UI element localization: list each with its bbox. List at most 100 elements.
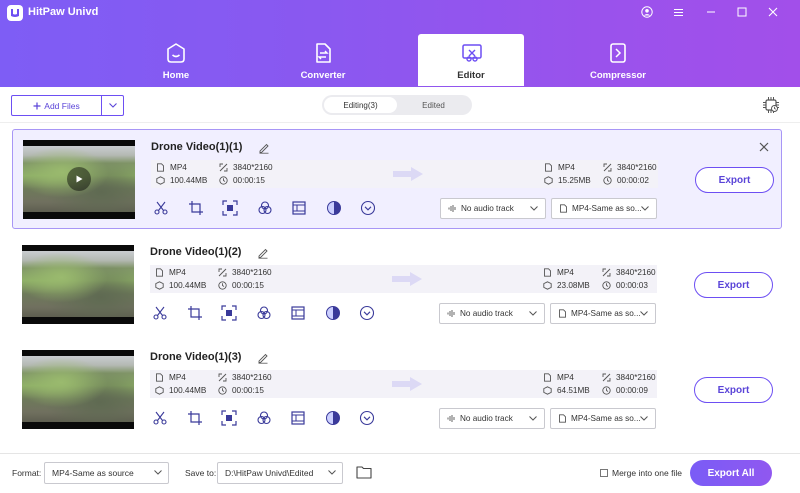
video-list: Drone Video(1)(1) MP4 100.44MB 3840*2160… (0, 124, 800, 454)
crop-icon[interactable] (187, 305, 203, 321)
color-adjust-icon[interactable] (325, 410, 341, 426)
watermark-frame-icon[interactable] (290, 305, 306, 321)
cut-scissors-icon[interactable] (152, 410, 168, 426)
file-icon (544, 373, 551, 382)
output-format-select[interactable]: MP4-Same as so... (550, 303, 656, 324)
crop-icon[interactable] (187, 410, 203, 426)
video-title: Drone Video(1)(2) (150, 246, 242, 258)
output-resolution: 3840*2160 (602, 373, 656, 382)
chevron-down-icon (640, 416, 648, 421)
maximize-icon[interactable] (734, 4, 750, 20)
color-adjust-icon[interactable] (326, 200, 342, 216)
remove-video-close-icon[interactable] (757, 140, 771, 154)
video-info-bar: MP4 100.44MB 3840*2160 00:00:15 MP4 23.0… (150, 265, 657, 293)
more-chevron-circle-icon[interactable] (359, 305, 375, 321)
disk-icon (155, 281, 164, 290)
minimize-icon[interactable] (703, 4, 719, 20)
format-select[interactable]: MP4-Same as source (44, 462, 169, 484)
video-title: Drone Video(1)(3) (150, 351, 242, 363)
tab-edited[interactable]: Edited (397, 97, 470, 113)
account-icon[interactable] (639, 4, 655, 20)
add-files-button[interactable]: Add Files (11, 95, 124, 116)
audio-track-select[interactable]: No audio track (439, 408, 545, 429)
audio-track-select[interactable]: No audio track (440, 198, 546, 219)
video-thumbnail[interactable] (22, 245, 134, 324)
more-chevron-circle-icon[interactable] (360, 200, 376, 216)
file-icon (157, 163, 164, 172)
clock-icon (602, 281, 611, 290)
title-bar: HitPaw Univd Home Converter Editor Compr… (0, 0, 800, 87)
export-button[interactable]: Export (694, 377, 773, 403)
audio-wave-icon (447, 310, 455, 317)
watermark-frame-icon[interactable] (291, 200, 307, 216)
converter-icon (312, 42, 334, 64)
filter-circles-icon[interactable] (257, 200, 273, 216)
filter-circles-icon[interactable] (256, 410, 272, 426)
file-icon (545, 163, 552, 172)
play-icon[interactable] (67, 167, 91, 191)
output-format-select[interactable]: MP4-Same as so... (550, 408, 656, 429)
rename-pencil-icon[interactable] (257, 247, 269, 259)
chevron-down-icon (328, 470, 336, 475)
cut-scissors-icon[interactable] (152, 305, 168, 321)
add-files-dropdown[interactable] (101, 96, 123, 115)
output-duration: 00:00:09 (602, 386, 648, 395)
export-all-button[interactable]: Export All (690, 460, 772, 486)
crop-icon[interactable] (188, 200, 204, 216)
home-icon (165, 42, 187, 64)
output-duration: 00:00:02 (603, 176, 649, 185)
save-to-label: Save to: (185, 468, 217, 478)
more-chevron-circle-icon[interactable] (359, 410, 375, 426)
filter-circles-icon[interactable] (256, 305, 272, 321)
clock-icon (218, 386, 227, 395)
video-card[interactable]: Drone Video(1)(2) MP4 100.44MB 3840*2160… (12, 235, 782, 335)
video-thumbnail[interactable] (22, 350, 134, 429)
arrow-right-icon (393, 167, 423, 181)
merge-checkbox[interactable] (600, 469, 608, 477)
output-format: MP4 (544, 163, 575, 172)
add-files-main[interactable]: Add Files (12, 96, 101, 115)
cut-scissors-icon[interactable] (153, 200, 169, 216)
audio-track-select[interactable]: No audio track (439, 303, 545, 324)
save-to-select[interactable]: D:\HitPaw Univd\Edited (217, 462, 343, 484)
watermark-frame-icon[interactable] (290, 410, 306, 426)
chevron-down-icon (641, 206, 649, 211)
output-duration: 00:00:03 (602, 281, 648, 290)
tab-home[interactable]: Home (123, 34, 229, 86)
video-title: Drone Video(1)(1) (151, 141, 243, 153)
tab-converter[interactable]: Converter (270, 34, 376, 86)
tab-compressor[interactable]: Compressor (565, 34, 671, 86)
video-thumbnail[interactable] (23, 140, 135, 219)
zoom-fit-icon[interactable] (221, 410, 237, 426)
video-card[interactable]: Drone Video(1)(3) MP4 100.44MB 3840*2160… (12, 340, 782, 440)
export-button[interactable]: Export (694, 272, 773, 298)
disk-icon (543, 386, 552, 395)
clock-icon (602, 386, 611, 395)
disk-icon (155, 386, 164, 395)
rename-pencil-icon[interactable] (258, 142, 270, 154)
tab-editing[interactable]: Editing(3) (324, 97, 397, 113)
source-size: 100.44MB (155, 386, 206, 395)
hardware-acceleration-icon[interactable] (761, 95, 781, 115)
tab-editor[interactable]: Editor (418, 34, 524, 86)
close-window-icon[interactable] (765, 4, 781, 20)
resolution-icon (603, 163, 612, 172)
source-format: MP4 (156, 163, 187, 172)
merge-option[interactable]: Merge into one file (600, 468, 682, 478)
rename-pencil-icon[interactable] (257, 352, 269, 364)
video-card[interactable]: Drone Video(1)(1) MP4 100.44MB 3840*2160… (12, 129, 782, 229)
audio-wave-icon (448, 205, 456, 212)
resolution-icon (219, 163, 228, 172)
zoom-fit-icon[interactable] (222, 200, 238, 216)
file-icon (156, 373, 163, 382)
zoom-fit-icon[interactable] (221, 305, 237, 321)
menu-icon[interactable] (670, 4, 686, 20)
output-size: 15.25MB (544, 176, 591, 185)
output-format-select[interactable]: MP4-Same as so... (551, 198, 657, 219)
file-icon (559, 309, 566, 318)
export-button[interactable]: Export (695, 167, 774, 193)
color-adjust-icon[interactable] (325, 305, 341, 321)
chevron-down-icon (154, 470, 162, 475)
open-folder-icon[interactable] (356, 465, 372, 479)
resolution-icon (218, 373, 227, 382)
